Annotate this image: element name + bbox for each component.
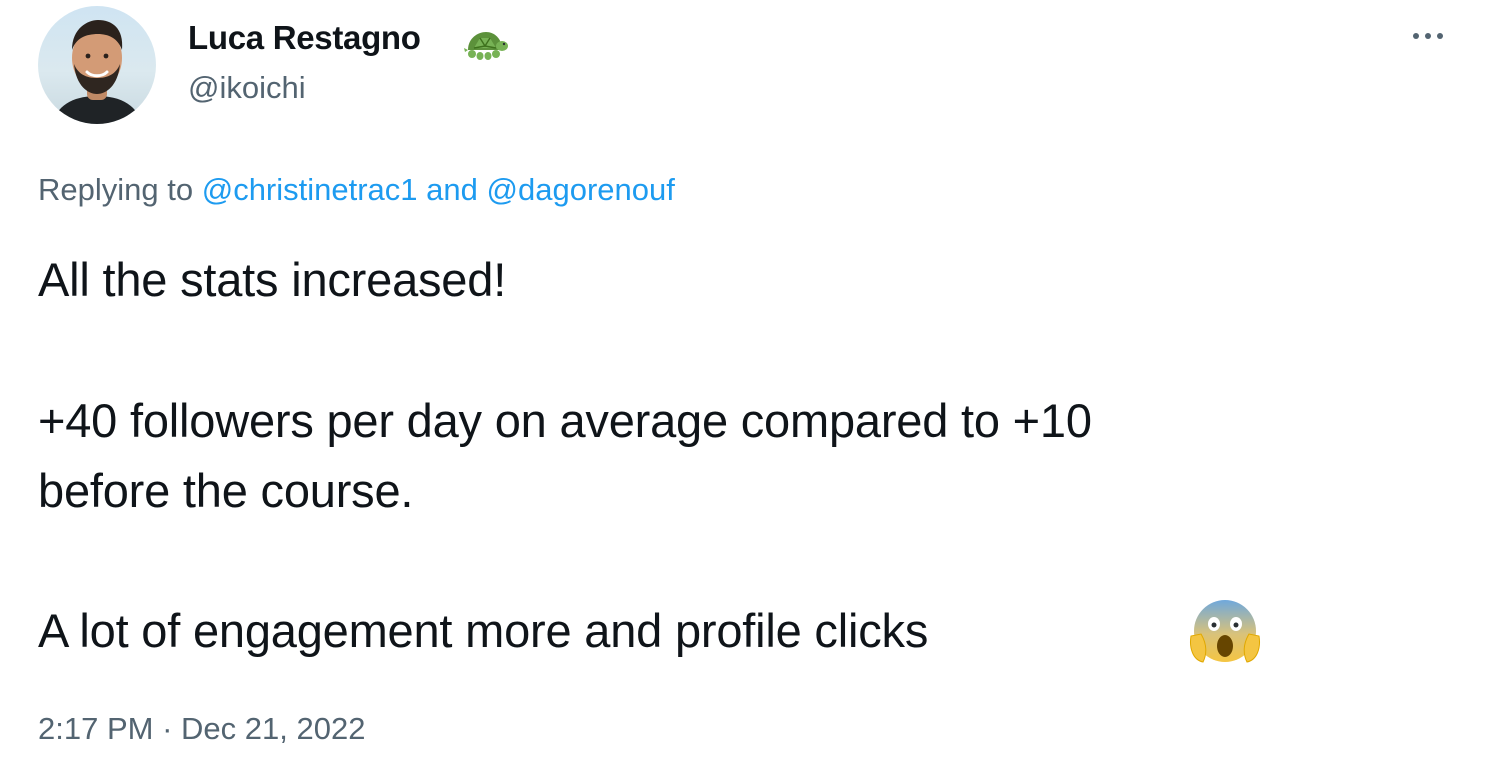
tweet-text-line-4: A lot of engagement more and profile cli… xyxy=(38,604,929,657)
more-horizontal-icon xyxy=(1413,33,1419,39)
author-handle[interactable]: @ikoichi xyxy=(188,68,306,108)
more-dot xyxy=(1437,33,1443,39)
reply-prefix: Replying to xyxy=(38,172,194,207)
avatar-image xyxy=(52,20,142,124)
more-dot xyxy=(1425,33,1431,39)
author-display-name[interactable]: Luca Restagno xyxy=(188,18,421,58)
reply-mention-christinetrac1[interactable]: @christinetrac1 xyxy=(202,172,418,207)
timestamp-separator: · xyxy=(162,711,173,746)
reply-context: Replying to @christinetrac1 and @dagoren… xyxy=(38,170,675,210)
tweet-card: Luca Restagno @ikoichi Replying to @chri… xyxy=(0,0,1486,774)
turtle-icon xyxy=(464,32,508,60)
tweet-text-line-1: All the stats increased! xyxy=(38,253,507,306)
timestamp-time[interactable]: 2:17 PM xyxy=(38,711,153,746)
timestamp-date[interactable]: Dec 21, 2022 xyxy=(181,711,365,746)
reply-mention-dagorenouf[interactable]: @dagorenouf xyxy=(487,172,675,207)
more-options-button[interactable] xyxy=(1404,18,1452,54)
tweet-text-line-2: +40 followers per day on average compare… xyxy=(38,394,1092,447)
avatar[interactable] xyxy=(38,6,156,124)
screaming-face-icon xyxy=(1190,600,1260,663)
tweet-timestamp[interactable]: 2:17 PM · Dec 21, 2022 xyxy=(38,709,365,749)
reply-conjunction[interactable]: and xyxy=(426,172,478,207)
tweet-text-line-3: before the course. xyxy=(38,464,414,517)
